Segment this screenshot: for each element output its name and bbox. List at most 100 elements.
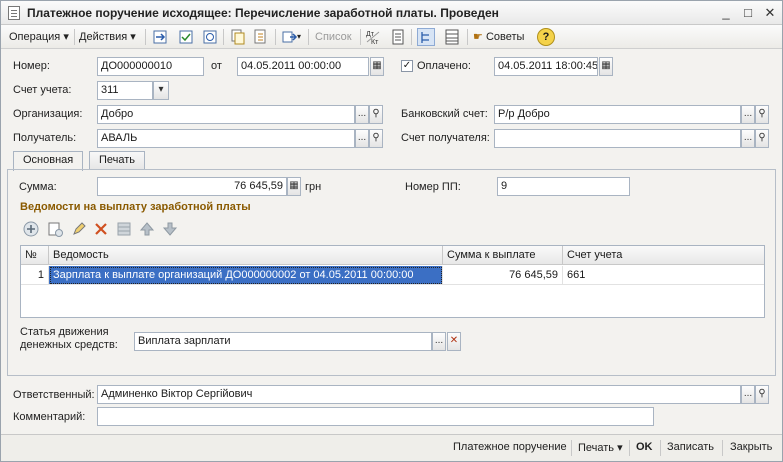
responsible-open-search-icon[interactable]: ⚲	[755, 385, 769, 404]
bank-account-open-search-icon[interactable]: ⚲	[755, 105, 769, 124]
responsible-label: Ответственный:	[13, 389, 95, 401]
account-label: Счет учета:	[13, 84, 72, 96]
table-row-number[interactable]: 1	[21, 266, 49, 285]
copy-row-icon[interactable]	[46, 220, 64, 238]
payroll-table[interactable]: № Ведомость Сумма к выплате Счет учета 1…	[20, 245, 765, 318]
actions-label: Действия	[79, 31, 128, 43]
table-settings-icon[interactable]	[443, 28, 461, 46]
list-button[interactable]: Список	[315, 28, 352, 46]
help-icon[interactable]: ?	[537, 28, 555, 46]
delete-row-icon[interactable]	[92, 220, 110, 238]
table-row-statement[interactable]: Зарплата к выплате организаций ДО0000000…	[49, 266, 443, 285]
button-separator	[629, 440, 630, 456]
paid-calendar-icon[interactable]: ▦	[599, 57, 613, 76]
bank-account-field[interactable]: Р/р Добро	[494, 105, 741, 124]
column-header-statement[interactable]: Ведомость	[49, 246, 443, 265]
advice-button[interactable]: ☛ Советы	[473, 28, 524, 46]
payment-number-field[interactable]: 9	[497, 177, 630, 196]
actions-menu[interactable]: Действия ▾	[79, 28, 136, 46]
cashflow-select-button[interactable]: ...	[432, 332, 446, 351]
window-title: Платежное поручение исходящее: Перечисле…	[27, 6, 499, 20]
dt-kt-icon[interactable]: Дт Кт	[365, 28, 383, 46]
print-label: Печать	[578, 442, 615, 454]
hierarchy-icon[interactable]	[417, 28, 435, 46]
recipient-account-field[interactable]	[494, 129, 741, 148]
bank-account-select-button[interactable]: ...	[741, 105, 755, 124]
currency-label: грн	[305, 181, 322, 193]
recipient-open-search-icon[interactable]: ⚲	[369, 129, 383, 148]
recipient-account-open-search-icon[interactable]: ⚲	[755, 129, 769, 148]
advice-icon: ☛	[473, 31, 483, 43]
account-field[interactable]: 311	[97, 81, 153, 100]
column-header-number[interactable]: №	[21, 246, 49, 265]
organization-field[interactable]: Добро	[97, 105, 355, 124]
responsible-field[interactable]: Админенко Віктор Сергійович	[97, 385, 741, 404]
paid-label: Оплачено:	[417, 60, 471, 72]
document-window: Платежное поручение исходящее: Перечисле…	[0, 0, 783, 462]
number-label: Номер:	[13, 60, 50, 72]
table-row-account[interactable]: 661	[563, 266, 764, 285]
column-header-account[interactable]: Счет учета	[563, 246, 764, 265]
responsible-select-button[interactable]: ...	[741, 385, 755, 404]
column-header-amount[interactable]: Сумма к выплате	[443, 246, 563, 265]
add-row-icon[interactable]	[22, 220, 40, 238]
svg-text:Кт: Кт	[371, 39, 379, 46]
comment-field[interactable]	[97, 407, 654, 426]
sum-field[interactable]: 76 645,59	[97, 177, 287, 196]
tab-print[interactable]: Печать	[89, 151, 146, 170]
post-close-icon[interactable]	[151, 28, 169, 46]
print-button[interactable]: Печать ▾	[578, 441, 623, 454]
cashflow-label-line1: Статья движения	[20, 326, 109, 338]
tab-main[interactable]: Основная	[13, 151, 84, 171]
recipient-select-button[interactable]: ...	[355, 129, 369, 148]
toolbar-separator	[74, 29, 75, 45]
toolbar-separator	[467, 29, 468, 45]
paid-checkbox[interactable]: ✓	[401, 60, 413, 72]
close-window-button[interactable]: ✕	[761, 4, 779, 22]
operation-label: Операция	[9, 31, 61, 43]
recipient-account-select-button[interactable]: ...	[741, 129, 755, 148]
move-up-icon[interactable]	[138, 220, 156, 238]
title-bar: Платежное поручение исходящее: Перечисле…	[1, 1, 782, 25]
document-structure-icon[interactable]	[252, 28, 270, 46]
toolbar-separator	[223, 29, 224, 45]
copy-document-icon[interactable]	[229, 28, 247, 46]
sum-label: Сумма:	[19, 181, 57, 193]
cashflow-field[interactable]: Виплата зарплати	[134, 332, 432, 351]
date-field[interactable]: 04.05.2011 00:00:00	[237, 57, 369, 76]
go-dropdown-chevron-icon[interactable]: ▾	[297, 28, 301, 46]
fill-icon[interactable]	[115, 220, 133, 238]
operation-menu[interactable]: Операция ▾	[9, 28, 69, 46]
organization-open-search-icon[interactable]: ⚲	[369, 105, 383, 124]
account-dropdown-chevron-icon[interactable]: ▾	[153, 81, 169, 100]
calendar-icon[interactable]: ▦	[370, 57, 384, 76]
button-separator	[571, 440, 572, 456]
cashflow-label-line2: денежных средств:	[20, 339, 118, 351]
save-button[interactable]: Записать	[667, 441, 714, 453]
table-row-amount[interactable]: 76 645,59	[443, 266, 563, 285]
post-icon[interactable]	[177, 28, 195, 46]
refresh-icon[interactable]	[201, 28, 219, 46]
calculator-icon[interactable]: ▦	[287, 177, 301, 196]
organization-select-button[interactable]: ...	[355, 105, 369, 124]
close-button[interactable]: Закрыть	[730, 441, 772, 453]
toolbar-separator	[411, 29, 412, 45]
organization-label: Организация:	[13, 108, 83, 120]
bank-account-label: Банковский счет:	[401, 108, 488, 120]
comment-label: Комментарий:	[13, 411, 86, 423]
document-icon	[8, 6, 20, 20]
ok-button[interactable]: OK	[636, 441, 653, 453]
maximize-button[interactable]: □	[739, 4, 757, 22]
button-separator	[660, 440, 661, 456]
payment-order-button[interactable]: Платежное поручение	[453, 441, 567, 453]
cashflow-clear-icon[interactable]: ✕	[447, 332, 461, 351]
section-title: Ведомости на выплату заработной платы	[20, 201, 251, 213]
payment-number-label: Номер ПП:	[405, 181, 461, 193]
edit-row-icon[interactable]	[70, 220, 88, 238]
report-icon[interactable]	[389, 28, 407, 46]
minimize-button[interactable]: _	[717, 4, 735, 22]
paid-date-field[interactable]: 04.05.2011 18:00:45	[494, 57, 598, 76]
number-field[interactable]: ДО000000010	[97, 57, 204, 76]
move-down-icon[interactable]	[161, 220, 179, 238]
recipient-field[interactable]: АВАЛЬ	[97, 129, 355, 148]
